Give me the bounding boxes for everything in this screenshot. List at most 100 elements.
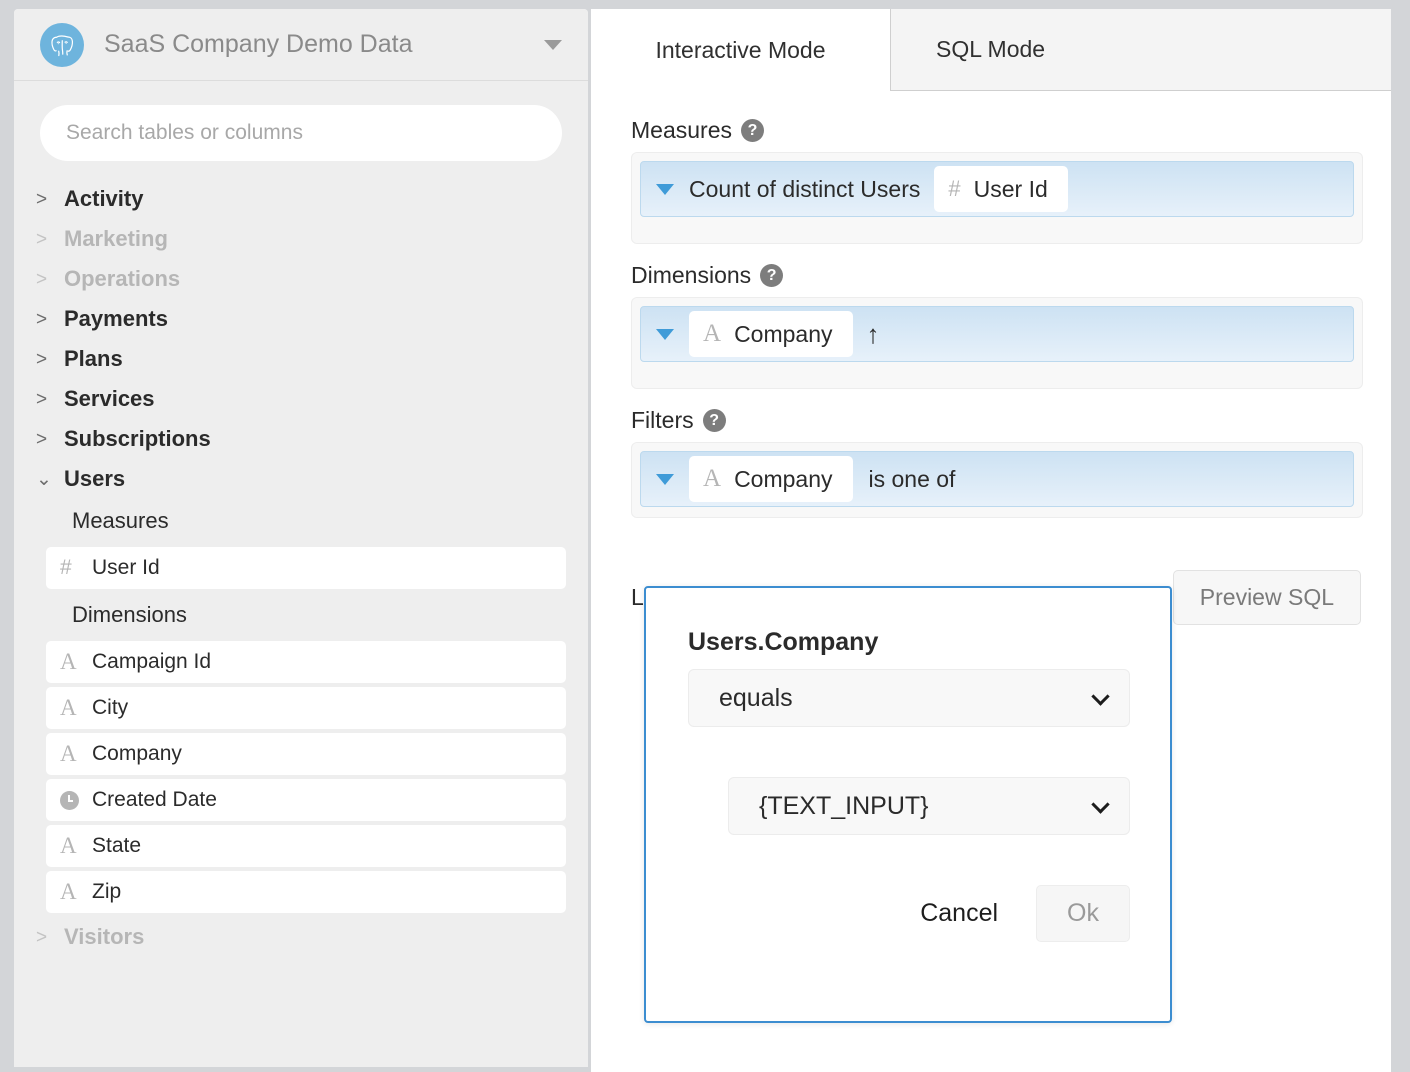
schema-tree: > Activity > Marketing > Operations > Pa… [14,167,588,957]
measures-section: Measures ? Count of distinct Users # Use… [631,117,1363,244]
chevron-right-icon: > [36,268,48,290]
measures-drop-zone[interactable]: Count of distinct Users # User Id [631,152,1363,244]
measure-chip[interactable]: Count of distinct Users # User Id [640,161,1354,217]
cancel-button[interactable]: Cancel [900,887,1018,940]
measure-field-pill[interactable]: # User Id [934,166,1068,212]
caret-down-icon[interactable] [641,452,689,506]
tree-node-visitors[interactable]: > Visitors [14,917,588,957]
dimension-chip[interactable]: A Company ↑ [640,306,1354,362]
field-state[interactable]: A State [46,825,566,867]
field-label: User Id [92,556,160,579]
tree-node-subscriptions[interactable]: > Subscriptions [14,419,588,459]
tree-node-label: Payments [64,306,168,331]
tree-node-users[interactable]: ⌄ Users [14,459,588,499]
tab-interactive-mode[interactable]: Interactive Mode [591,9,891,91]
filters-title: Filters ? [631,407,1363,434]
tree-node-payments[interactable]: > Payments [14,299,588,339]
filter-editor-modal: Users.Company equals {TEXT_INPUT} Cancel… [644,586,1172,1023]
letter-a-icon: A [703,465,722,492]
dimensions-heading: Dimensions [72,602,187,627]
field-company[interactable]: A Company [46,733,566,775]
tab-label: Interactive Mode [655,36,826,63]
chevron-right-icon: > [36,308,48,330]
help-icon[interactable]: ? [740,119,764,142]
filter-operator-value: equals [719,683,793,712]
chevron-down-icon[interactable] [544,39,562,50]
filter-value-text: {TEXT_INPUT} [759,791,929,820]
letter-a-icon: A [60,741,77,766]
filters-section: Filters ? A Company is one of [631,407,1363,518]
tree-node-label: Services [64,386,155,411]
tree-node-plans[interactable]: > Plans [14,339,588,379]
mode-tabs: Interactive Mode SQL Mode [591,9,1391,91]
clock-icon [60,790,90,810]
tree-node-activity[interactable]: > Activity [14,179,588,219]
field-label: State [92,834,142,857]
measures-title: Measures ? [631,117,1363,144]
app-root: SaaS Company Demo Data > Activity > Mark… [0,0,1410,1072]
database-name: SaaS Company Demo Data [104,30,413,58]
tree-node-operations[interactable]: > Operations [14,259,588,299]
tree-node-label: Users [64,466,126,491]
tree-node-label: Subscriptions [64,426,211,451]
ok-button[interactable]: Ok [1036,885,1130,942]
field-city[interactable]: A City [46,687,566,729]
caret-down-icon[interactable] [641,162,689,216]
letter-a-icon: A [60,695,77,720]
filter-operator-select[interactable]: equals [688,669,1130,727]
database-selector[interactable]: SaaS Company Demo Data [14,9,588,81]
letter-a-icon: A [60,649,77,674]
dimensions-section: Dimensions ? A Company ↑ [631,262,1363,389]
dimensions-title: Dimensions ? [631,262,1363,289]
tab-sql-mode[interactable]: SQL Mode [891,9,1391,91]
measures-heading: Measures [72,508,169,533]
field-campaign-id[interactable]: A Campaign Id [46,641,566,683]
filter-chip[interactable]: A Company is one of [640,451,1354,507]
filter-value-container: {TEXT_INPUT} [688,777,1130,835]
caret-down-icon[interactable] [641,307,689,361]
dimension-field-label: Company [734,320,833,347]
section-label: Dimensions [631,262,752,288]
limit-label: L [631,584,644,610]
chevron-right-icon: > [36,428,48,450]
search-container [14,81,588,167]
builder-body: Measures ? Count of distinct Users # Use… [591,91,1391,625]
tab-label: SQL Mode [936,36,1046,62]
letter-a-icon: A [703,320,722,347]
tree-node-services[interactable]: > Services [14,379,588,419]
field-label: Campaign Id [92,650,212,673]
help-icon[interactable]: ? [760,264,784,287]
letter-a-icon: A [60,879,77,904]
section-label: Filters [631,407,694,433]
schema-sidebar: SaaS Company Demo Data > Activity > Mark… [14,9,588,1067]
sort-ascending-icon[interactable]: ↑ [853,307,894,361]
dimension-field-pill[interactable]: A Company [689,311,853,357]
tree-node-label: Marketing [64,226,168,251]
chevron-down-icon [1091,795,1110,814]
field-label: City [92,696,129,719]
letter-a-icon: A [60,833,77,858]
filter-operator-label[interactable]: is one of [853,452,972,506]
preview-sql-button[interactable]: Preview SQL [1172,570,1361,625]
dimensions-drop-zone[interactable]: A Company ↑ [631,297,1363,389]
measure-aggregate-label: Count of distinct Users [689,175,921,202]
filter-value-select[interactable]: {TEXT_INPUT} [728,777,1130,835]
chevron-right-icon: > [36,348,48,370]
postgresql-elephant-icon [40,22,84,67]
search-input[interactable] [40,105,562,161]
filter-field-label: Company [734,465,833,492]
tree-node-label: Activity [64,186,144,211]
field-user-id[interactable]: # User Id [46,547,566,589]
chevron-right-icon: > [36,228,48,250]
field-label: Zip [92,880,122,903]
chevron-right-icon: > [36,188,48,210]
tree-node-label: Operations [64,266,181,291]
field-zip[interactable]: A Zip [46,871,566,913]
field-label: Created Date [92,788,217,811]
modal-actions: Cancel Ok [688,885,1130,942]
help-icon[interactable]: ? [702,409,726,432]
field-created-date[interactable]: Created Date [46,779,566,821]
filters-drop-zone[interactable]: A Company is one of [631,442,1363,518]
filter-field-pill[interactable]: A Company [689,456,853,502]
tree-node-marketing[interactable]: > Marketing [14,219,588,259]
